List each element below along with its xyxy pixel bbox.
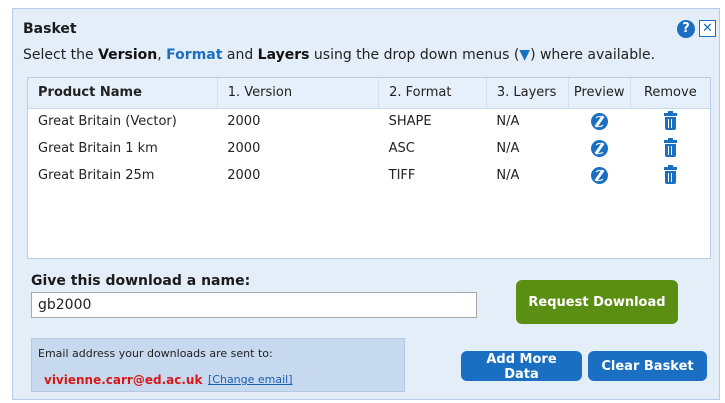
cell-preview (568, 162, 630, 189)
instructions-text: ) where available. (530, 47, 656, 63)
clear-basket-button[interactable]: Clear Basket (588, 351, 707, 381)
basket-table: Product Name 1. Version 2. Format 3. Lay… (28, 78, 710, 189)
download-name-input[interactable] (31, 292, 477, 318)
cell-layers: N/A (496, 141, 520, 156)
basket-panel: Basket ? ✕ Select the Version, Format an… (12, 8, 720, 400)
header-format: 2. Format (378, 78, 487, 109)
trash-icon[interactable] (663, 111, 677, 131)
cell-remove (630, 135, 710, 162)
help-icon[interactable]: ? (677, 20, 695, 38)
table-row: Great Britain 25m 2000 TIFF N/A (28, 162, 710, 189)
header-version: 1. Version (217, 78, 380, 109)
header-preview: Preview (568, 78, 631, 109)
instructions-format: Format (166, 47, 223, 63)
cell-product-name: Great Britain 25m (38, 168, 155, 183)
request-download-button[interactable]: Request Download (516, 280, 678, 324)
cell-remove (630, 162, 710, 189)
basket-title: Basket (23, 21, 77, 37)
email-box: Email address your downloads are sent to… (31, 338, 405, 392)
close-icon[interactable]: ✕ (699, 20, 716, 37)
header-remove: Remove (630, 78, 710, 109)
header-product-name: Product Name (28, 78, 218, 109)
basket-table-container: Product Name 1. Version 2. Format 3. Lay… (27, 77, 711, 259)
cell-preview (568, 135, 630, 162)
table-row: Great Britain (Vector) 2000 SHAPE N/A (28, 108, 710, 135)
cell-version[interactable]: 2000 (217, 108, 378, 135)
change-email-link[interactable]: [Change email] (208, 373, 293, 386)
cell-version[interactable]: 2000 (217, 135, 378, 162)
trash-icon[interactable] (663, 165, 677, 184)
cell-version[interactable]: 2000 (217, 162, 378, 189)
cell-format[interactable]: ASC (379, 135, 487, 162)
email-address: vivienne.carr@ed.ac.uk (44, 373, 203, 387)
cell-format[interactable]: SHAPE (379, 108, 487, 135)
cell-layers: N/A (496, 168, 520, 183)
dropdown-arrow-icon: ▼ (519, 47, 531, 63)
cell-format[interactable]: TIFF (379, 162, 487, 189)
cell-product-name: Great Britain 1 km (38, 141, 158, 156)
download-name-label: Give this download a name: (31, 273, 251, 289)
instructions-layers: Layers (257, 47, 310, 63)
instructions-text: and (222, 47, 258, 63)
table-header-row: Product Name 1. Version 2. Format 3. Lay… (28, 78, 710, 109)
cell-product-name: Great Britain (Vector) (38, 114, 177, 130)
instructions-version: Version (98, 47, 158, 63)
add-more-data-button[interactable]: Add More Data (461, 351, 582, 382)
basket-instructions: Select the Version, Format and Layers us… (23, 47, 655, 63)
table-row: Great Britain 1 km 2000 ASC N/A (28, 135, 710, 162)
globe-icon[interactable] (590, 113, 608, 131)
cell-remove (630, 108, 710, 135)
instructions-text: Select the (23, 47, 99, 63)
instructions-text: using the drop down menus ( (309, 47, 520, 63)
trash-icon[interactable] (663, 138, 677, 157)
globe-icon[interactable] (590, 140, 608, 157)
email-caption: Email address your downloads are sent to… (38, 347, 273, 360)
instructions-text: , (157, 47, 167, 63)
header-layers: 3. Layers (486, 78, 569, 109)
cell-layers: N/A (496, 114, 520, 130)
globe-icon[interactable] (590, 167, 608, 184)
cell-preview (568, 108, 630, 135)
